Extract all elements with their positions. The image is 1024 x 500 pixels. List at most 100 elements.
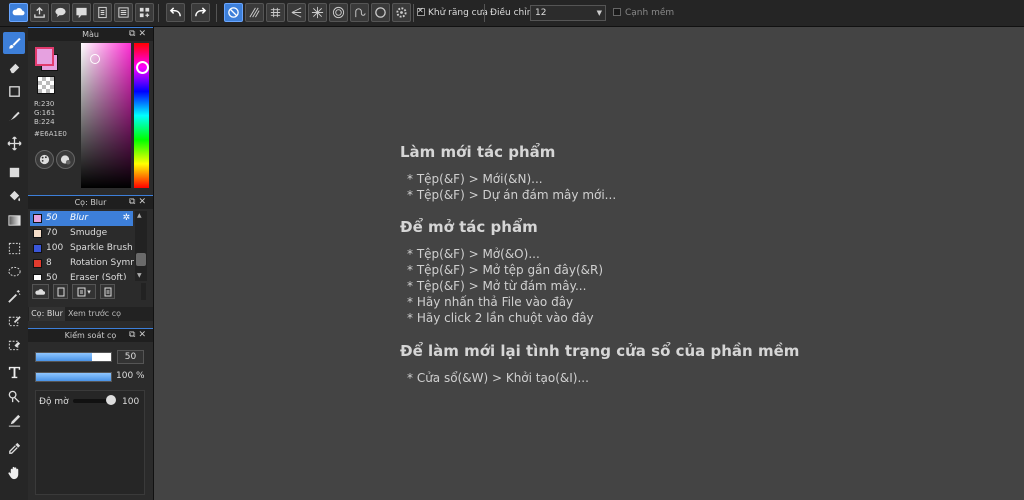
brush-size-field[interactable]: 50 (117, 350, 144, 364)
brush-item[interactable]: 70 Smudge (30, 226, 133, 241)
reset-window-heading: Để làm mới lại tình trạng cửa sổ của phầ… (400, 342, 800, 360)
brush-color-swatch (33, 214, 42, 223)
brush-item[interactable]: 100 Sparkle Brush (30, 241, 133, 256)
close-icon[interactable]: ✕ (138, 29, 149, 39)
gradient-tool-icon[interactable] (3, 209, 25, 231)
density-label: Độ mờ (39, 397, 69, 407)
brush-list-clip: 50 Eraser (Soft) (30, 271, 133, 280)
circle-snap-icon[interactable] (371, 3, 390, 22)
close-icon[interactable]: ✕ (138, 330, 149, 340)
select-pen-tool-icon[interactable] (3, 309, 25, 331)
document-icon[interactable] (93, 3, 112, 22)
brush-name: Smudge (70, 228, 108, 238)
scroll-down-icon[interactable]: ▼ (137, 272, 142, 279)
undo-icon[interactable] (166, 3, 185, 22)
bucket-tool-icon[interactable] (3, 185, 25, 207)
chevron-down-icon: ▼ (596, 9, 602, 17)
color-panel-title-text: Màu (82, 30, 99, 39)
select-eraser-tool-icon[interactable] (3, 333, 25, 355)
hex-value: #E6A1E0 (34, 130, 67, 138)
cloud-icon[interactable] (9, 3, 28, 22)
brush-opacity-fill (36, 373, 111, 381)
brush-control-title: Kiểm soát cọ ⧉✕ (28, 328, 153, 342)
palette-icon[interactable] (35, 150, 54, 169)
tab-brush-preview[interactable]: Xem trước cọ (68, 307, 128, 321)
snap-off-icon[interactable] (224, 3, 243, 22)
fill-rect-tool-icon[interactable] (3, 161, 25, 183)
brush-size: 50 (46, 213, 58, 223)
soft-edge-checkbox[interactable] (613, 8, 621, 16)
brush-opacity-value: 100 % (116, 371, 145, 381)
rgb-r-value: R:230 (34, 100, 55, 108)
menu-hint: * Cửa sổ(&W) > Khởi tạo(&I)... (407, 371, 589, 385)
brush-tool-icon[interactable] (3, 32, 25, 54)
correction-pen-tool-icon[interactable] (3, 409, 25, 431)
eraser-tool-icon[interactable] (3, 56, 25, 78)
scroll-up-icon[interactable]: ▲ (137, 212, 142, 219)
curve-snap-icon[interactable] (350, 3, 369, 22)
brush-cloud-icon[interactable] (32, 284, 49, 299)
list-icon[interactable] (114, 3, 133, 22)
brush-size-slider[interactable] (35, 352, 112, 362)
redo-icon[interactable] (191, 3, 210, 22)
menu-hint: * Tệp(&F) > Dự án đám mây mới... (407, 188, 617, 202)
grid-snap-icon[interactable] (266, 3, 285, 22)
magic-wand-tool-icon[interactable] (3, 285, 25, 307)
operation-tool-icon[interactable] (3, 385, 25, 407)
select-rect-tool-icon[interactable] (3, 237, 25, 259)
menu-hint: * Tệp(&F) > Mở từ đám mây... (407, 279, 587, 293)
menu-hint: * Hãy click 2 lần chuột vào đây (407, 311, 594, 325)
menu-hint: * Tệp(&F) > Mở(&O)... (407, 247, 540, 261)
comment-icon[interactable] (72, 3, 91, 22)
stabilizer-select[interactable]: 12 ▼ (530, 5, 606, 21)
soft-edge-label: Cạnh mềm (625, 8, 675, 18)
saturation-value-picker[interactable] (81, 43, 131, 188)
brush-size: 50 (46, 273, 58, 280)
rectangle-tool-icon[interactable] (3, 80, 25, 102)
brush-control-title-text: Kiểm soát cọ (64, 331, 117, 340)
brush-tools-scrollbar[interactable] (141, 283, 146, 300)
close-icon[interactable]: ✕ (138, 197, 149, 207)
transparent-color-swatch[interactable] (37, 76, 55, 94)
brush-list-scrollbar[interactable]: ▲ ▼ (135, 211, 147, 281)
brush-panel-title: Cọ: Blur ⧉✕ (28, 195, 153, 209)
brush-name: Eraser (Soft) (70, 273, 127, 280)
new-brush-icon[interactable] (53, 284, 68, 299)
pen-tool-icon[interactable] (3, 104, 25, 126)
foreground-color-swatch[interactable] (35, 47, 54, 66)
brush-name: Sparkle Brush (70, 243, 133, 253)
gear-icon[interactable]: ✲ (122, 211, 130, 226)
hand-tool-icon[interactable] (3, 461, 25, 483)
brush-color-swatch (33, 274, 42, 280)
parallel-snap-icon[interactable] (245, 3, 264, 22)
sv-picker-cursor[interactable] (90, 54, 100, 64)
text-tool-icon[interactable] (3, 361, 25, 383)
brush-item[interactable]: 50 Blur ✲ (30, 211, 133, 226)
hue-slider-cursor[interactable] (136, 61, 149, 74)
brush-menu-button[interactable]: ▾ (72, 284, 96, 299)
palette-add-icon[interactable] (56, 150, 75, 169)
perspective-snap-icon[interactable] (287, 3, 306, 22)
scrollbar-thumb[interactable] (136, 253, 146, 266)
radial-snap-icon[interactable] (308, 3, 327, 22)
grid-layout-icon[interactable] (135, 3, 154, 22)
concentric-snap-icon[interactable] (329, 3, 348, 22)
brush-item[interactable]: 8 Rotation Symm (30, 256, 134, 271)
brush-color-swatch (33, 229, 42, 238)
tab-brush[interactable]: Cọ: Blur (29, 307, 65, 321)
chat-icon[interactable] (51, 3, 70, 22)
density-value: 100 (122, 397, 140, 407)
tool-column (0, 27, 29, 500)
brush-settings-icon[interactable] (100, 284, 115, 299)
move-tool-icon[interactable] (3, 132, 25, 154)
density-slider-thumb[interactable] (106, 395, 116, 405)
open-artwork-heading: Để mở tác phẩm (400, 218, 538, 236)
export-icon[interactable] (30, 3, 49, 22)
brush-opacity-slider[interactable] (35, 372, 112, 382)
antialias-checkbox[interactable] (417, 6, 425, 16)
brush-item[interactable]: 50 Eraser (Soft) (30, 271, 133, 280)
menu-hint: * Tệp(&F) > Mới(&N)... (407, 172, 543, 186)
lasso-tool-icon[interactable] (3, 261, 25, 283)
eyedropper-tool-icon[interactable] (3, 437, 25, 459)
snap-settings-icon[interactable] (392, 3, 411, 22)
